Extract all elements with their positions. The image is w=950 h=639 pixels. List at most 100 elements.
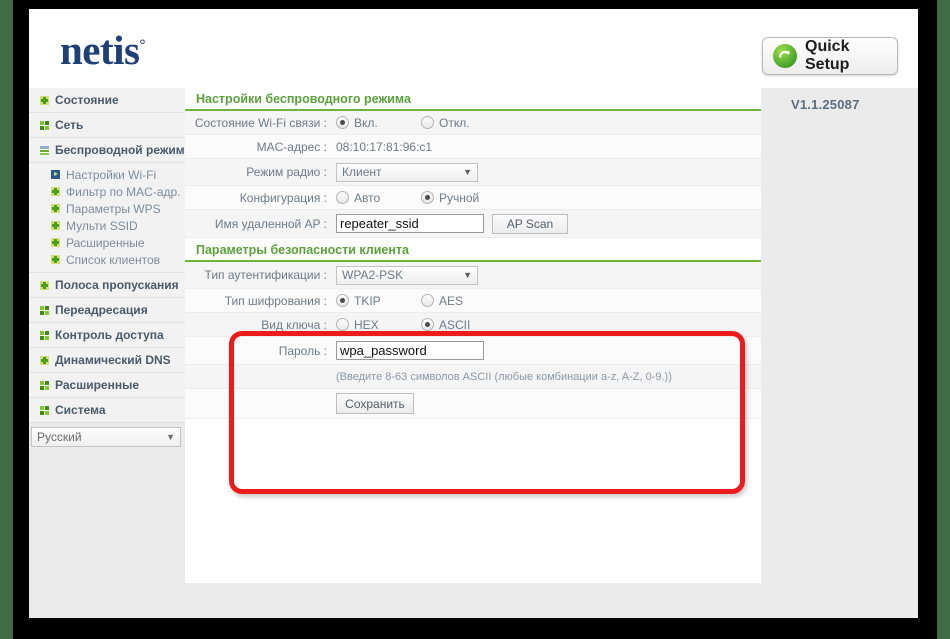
- save-button[interactable]: Сохранить: [336, 393, 414, 414]
- page-header: netis° Quick Setup: [29, 9, 918, 88]
- router-admin-page: netis° Quick Setup V1.1.25087 Состояние: [29, 9, 918, 618]
- encryption-aes-label: AES: [439, 293, 464, 308]
- screen-frame: netis° Quick Setup V1.1.25087 Состояние: [13, 0, 937, 639]
- radio-indicator: [421, 318, 434, 331]
- mac-address-value: 08:10:17:81:96:c1: [336, 139, 433, 154]
- grid-square-icon: [40, 380, 49, 390]
- configuration-manual-label: Ручной: [439, 190, 480, 205]
- plus-square-icon: [51, 204, 60, 213]
- sidebar-item-advanced-wireless[interactable]: Расширенные: [29, 234, 185, 251]
- key-type-label: Вид ключа :: [261, 317, 327, 332]
- sidebar-item-access-control[interactable]: Контроль доступа: [29, 323, 185, 348]
- encryption-tkip-label: TKIP: [354, 293, 381, 308]
- row-remote-ap: Имя удаленной AP : AP Scan: [185, 210, 761, 238]
- sidebar-item-wireless[interactable]: Беспроводной режим: [29, 138, 185, 163]
- row-radio-mode: Режим радио : Клиент ▼: [185, 159, 761, 186]
- row-mac-address: MAC-адрес : 08:10:17:81:96:c1: [185, 135, 761, 159]
- plus-square-icon: [40, 95, 49, 105]
- refresh-circle-icon: [773, 44, 797, 68]
- language-select[interactable]: Русский ▼: [31, 427, 181, 447]
- sidebar-item-label: Параметры WPS: [66, 201, 161, 216]
- row-key-type: Вид ключа : HEX ASCII: [185, 313, 761, 337]
- row-wifi-state: Состояние Wi-Fi связи : Вкл. Откл.: [185, 111, 761, 135]
- sidebar-item-multi-ssid[interactable]: Мульти SSID: [29, 217, 185, 234]
- sidebar-item-label: Система: [55, 403, 106, 417]
- sidebar-item-status[interactable]: Состояние: [29, 88, 185, 113]
- radio-indicator: [336, 191, 349, 204]
- configuration-auto-radio[interactable]: Авто: [336, 191, 421, 205]
- plus-square-icon: [51, 221, 60, 230]
- security-section-title: Параметры безопасности клиента: [185, 239, 761, 262]
- arrow-square-icon: [51, 170, 60, 179]
- sidebar-item-label: Расширенные: [66, 235, 145, 250]
- sidebar-item-label: Фильтр по MAC-адр.: [66, 184, 181, 199]
- sidebar-item-label: Полоса пропускания: [55, 278, 179, 292]
- sidebar-item-label: Динамический DNS: [55, 353, 171, 367]
- sidebar-item-label: Список клиентов: [66, 252, 161, 267]
- sidebar-item-label: Переадресация: [55, 303, 148, 317]
- ap-scan-button[interactable]: AP Scan: [492, 213, 568, 234]
- plus-square-icon: [51, 187, 60, 196]
- auth-type-select[interactable]: WPA2-PSK ▼: [336, 265, 478, 285]
- quick-setup-label: Quick Setup: [805, 38, 850, 73]
- sidebar-submenu-wireless: Настройки Wi-Fi Фильтр по MAC-адр. Парам…: [29, 163, 185, 273]
- chevron-down-icon: ▼: [166, 432, 175, 442]
- key-type-hex-label: HEX: [354, 317, 379, 332]
- sidebar-item-wifi-settings[interactable]: Настройки Wi-Fi: [29, 166, 185, 183]
- radio-indicator: [421, 191, 434, 204]
- logo-registered-mark: °: [139, 37, 146, 54]
- password-hint-text: (Введите 8-63 символов ASCII (любые комб…: [336, 370, 672, 383]
- remote-ap-label: Имя удаленной AP :: [214, 216, 327, 231]
- auth-type-value: WPA2-PSK: [342, 268, 404, 282]
- key-type-ascii-radio[interactable]: ASCII: [421, 318, 470, 332]
- bars-square-icon: [40, 145, 49, 155]
- encryption-tkip-radio[interactable]: TKIP: [336, 294, 421, 308]
- key-type-ascii-label: ASCII: [439, 317, 471, 332]
- sidebar-item-label: Состояние: [55, 93, 119, 107]
- sidebar-item-network[interactable]: Сеть: [29, 113, 185, 138]
- auth-type-label: Тип аутентификации :: [204, 268, 327, 282]
- password-input[interactable]: [336, 341, 484, 360]
- wifi-state-off-label: Откл.: [439, 115, 470, 130]
- sidebar-item-client-list[interactable]: Список клиентов: [29, 251, 185, 268]
- sidebar-item-system[interactable]: Система: [29, 398, 185, 423]
- sidebar-item-label: Беспроводной режим: [55, 143, 185, 157]
- sidebar-item-ddns[interactable]: Динамический DNS: [29, 348, 185, 373]
- encryption-aes-radio[interactable]: AES: [421, 294, 463, 308]
- plus-square-icon: [51, 238, 60, 247]
- sidebar-item-forwarding[interactable]: Переадресация: [29, 298, 185, 323]
- sidebar-nav: Состояние Сеть Беспроводной режим Настро…: [29, 88, 185, 618]
- grid-square-icon: [40, 120, 49, 130]
- encryption-type-label: Тип шифрования :: [224, 293, 327, 308]
- sidebar-item-wps[interactable]: Параметры WPS: [29, 200, 185, 217]
- sidebar-item-label: Мульти SSID: [66, 218, 138, 233]
- settings-panel: Настройки беспроводного режима Состояние…: [185, 88, 761, 583]
- plus-square-icon: [40, 280, 49, 290]
- row-encryption-type: Тип шифрования : TKIP AES: [185, 289, 761, 313]
- sidebar-item-mac-filter[interactable]: Фильтр по MAC-адр.: [29, 183, 185, 200]
- radio-indicator: [421, 116, 434, 129]
- grid-square-icon: [40, 330, 49, 340]
- row-password: Пароль :: [185, 337, 761, 365]
- wifi-state-on-radio[interactable]: Вкл.: [336, 116, 421, 130]
- configuration-manual-radio[interactable]: Ручной: [421, 191, 479, 205]
- sidebar-item-advanced[interactable]: Расширенные: [29, 373, 185, 398]
- radio-mode-value: Клиент: [342, 165, 382, 179]
- radio-mode-select[interactable]: Клиент ▼: [336, 162, 478, 182]
- chevron-down-icon: ▼: [463, 167, 472, 177]
- remote-ap-input[interactable]: [336, 214, 484, 233]
- radio-indicator: [336, 318, 349, 331]
- key-type-hex-radio[interactable]: HEX: [336, 318, 421, 332]
- sidebar-item-label: Сеть: [55, 118, 84, 132]
- netis-logo: netis°: [60, 30, 145, 71]
- row-password-hint: (Введите 8-63 символов ASCII (любые комб…: [185, 365, 761, 389]
- sidebar-item-bandwidth[interactable]: Полоса пропускания: [29, 273, 185, 298]
- wifi-state-label: Состояние Wi-Fi связи :: [194, 115, 327, 130]
- wifi-state-off-radio[interactable]: Откл.: [421, 116, 470, 130]
- radio-mode-label: Режим радио :: [246, 165, 327, 179]
- radio-indicator: [421, 294, 434, 307]
- mac-address-label: MAC-адрес :: [256, 139, 327, 154]
- quick-setup-button[interactable]: Quick Setup: [762, 37, 898, 75]
- row-configuration: Конфигурация : Авто Ручной: [185, 186, 761, 210]
- row-auth-type: Тип аутентификации : WPA2-PSK ▼: [185, 262, 761, 289]
